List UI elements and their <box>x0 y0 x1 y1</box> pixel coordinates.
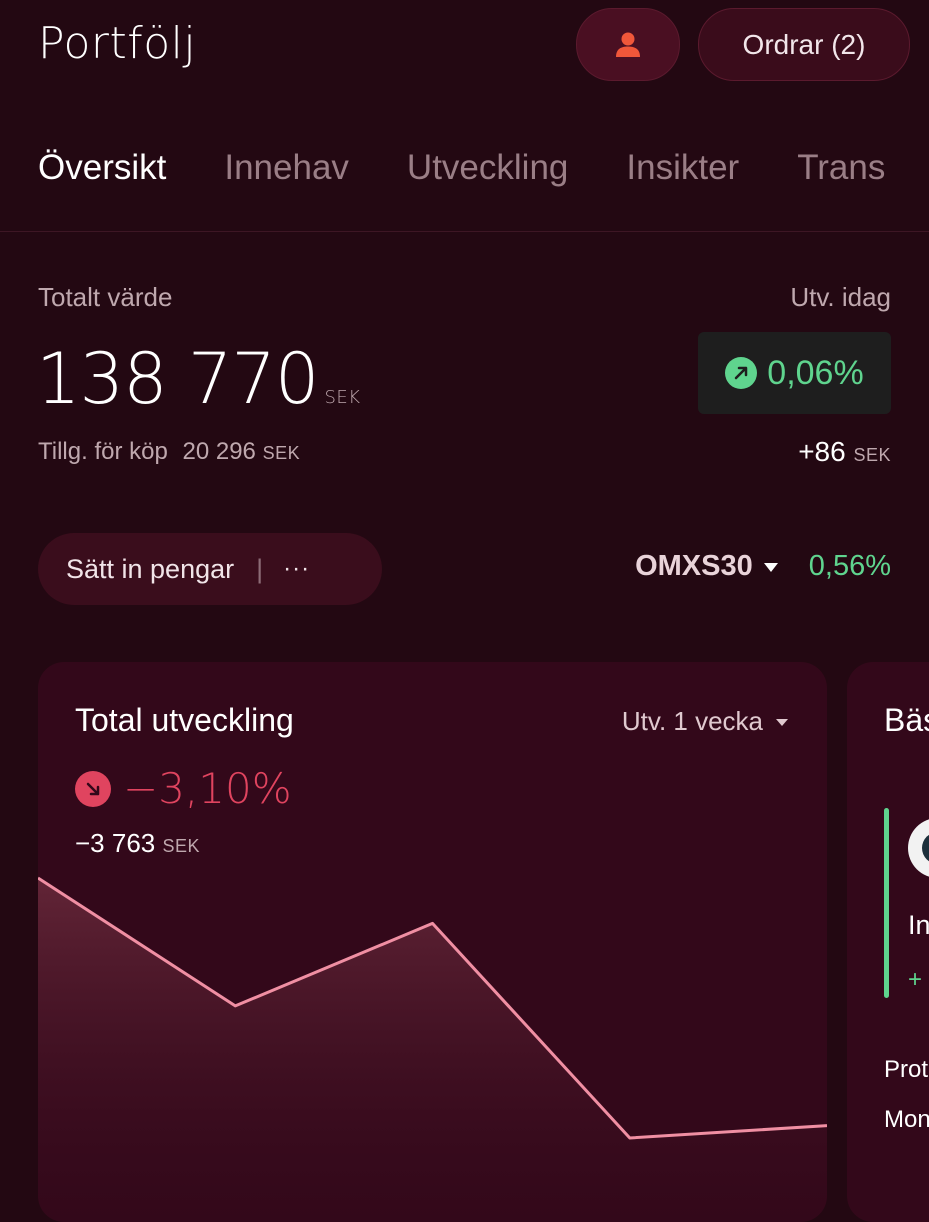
period-label: Utv. 1 vecka <box>621 706 763 736</box>
available-label: Tillg. för köp <box>38 438 168 465</box>
caret-down-icon <box>776 718 788 726</box>
deposit-pill: Sätt in pengar | ··· <box>38 533 382 605</box>
performance-amount-currency: SEK <box>162 836 201 856</box>
index-change: 0,56% <box>808 550 891 582</box>
today-amount-currency: SEK <box>853 445 891 465</box>
arrow-up-right-icon <box>725 357 758 389</box>
total-value-amount: 138 770 <box>36 338 319 420</box>
performance-amount: −3 763 SEK <box>75 828 200 859</box>
tab-innehav[interactable]: Innehav <box>224 148 349 188</box>
period-selector[interactable]: Utv. 1 vecka <box>622 706 789 737</box>
chart-area <box>38 878 827 1222</box>
holding-row-2: Mon <box>884 1106 929 1133</box>
available-to-buy: Tillg. för köp 20 296 SEK <box>38 438 300 466</box>
available-value: 20 296 <box>182 438 256 465</box>
today-label: Utv. idag <box>790 282 891 312</box>
holding-name: In <box>908 910 929 940</box>
today-percent: 0,06% <box>767 353 864 392</box>
performance-percent: −3,10% <box>123 764 292 813</box>
tab-oversikt[interactable]: Översikt <box>38 148 166 188</box>
page-title: Portfölj <box>38 18 197 69</box>
tab-divider <box>0 231 929 232</box>
holding-row-1: Prot <box>884 1056 929 1083</box>
performance-change: −3,10% <box>75 764 292 813</box>
total-value: 138 770 SEK <box>36 338 361 420</box>
deposit-button[interactable]: Sätt in pengar <box>66 554 234 585</box>
total-value-currency: SEK <box>324 387 361 408</box>
today-change-badge: 0,06% <box>698 332 891 414</box>
performance-amount-value: −3 763 <box>75 828 156 858</box>
card-title: Total utveckling <box>75 702 294 738</box>
tab-insikter[interactable]: Insikter <box>626 148 739 188</box>
arrow-down-right-icon <box>75 770 111 807</box>
tab-utveckling[interactable]: Utveckling <box>407 148 568 188</box>
tab-bar: Översikt Innehav Utveckling Insikter Tra… <box>38 148 885 188</box>
available-currency: SEK <box>262 443 301 463</box>
company-logo <box>908 818 929 878</box>
total-value-label: Totalt värde <box>38 282 173 312</box>
performance-card: Total utveckling Utv. 1 vecka −3,10% −3 … <box>38 662 827 1222</box>
best-card-title: Bäs <box>884 702 929 738</box>
caret-down-icon[interactable] <box>763 561 779 573</box>
today-amount-value: +86 <box>798 436 846 467</box>
best-holding-card: Bäs In + Prot Mon <box>847 662 929 1222</box>
index-name[interactable]: OMXS30 <box>635 550 753 583</box>
positive-indicator-bar <box>884 808 889 998</box>
tab-transaktioner[interactable]: Trans <box>797 148 885 188</box>
today-amount: +86 SEK <box>798 436 891 468</box>
more-options-button[interactable]: ··· <box>283 555 310 583</box>
performance-chart <box>38 876 827 1222</box>
person-icon <box>616 32 640 57</box>
orders-button[interactable]: Ordrar (2) <box>698 8 910 81</box>
pill-separator: | <box>256 553 264 584</box>
index-selector: OMXS30 0,56% <box>635 550 891 583</box>
profile-button[interactable] <box>576 8 680 81</box>
holding-change: + <box>908 966 923 993</box>
